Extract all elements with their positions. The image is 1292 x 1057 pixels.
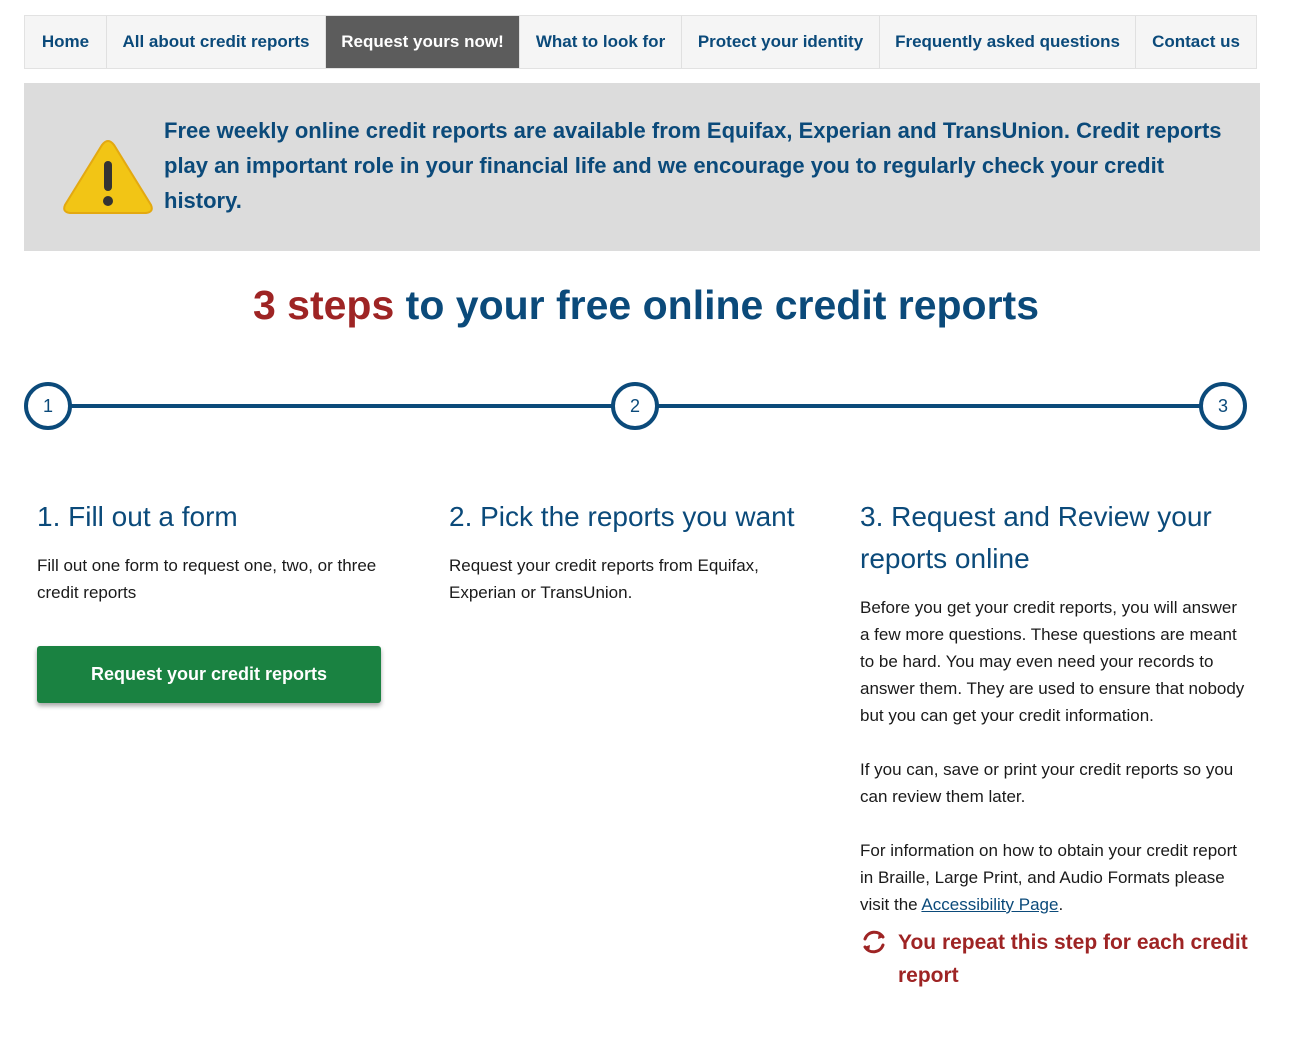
warning-icon: [63, 140, 153, 214]
refresh-icon: [863, 930, 885, 954]
banner-text: Free weekly online credit reports are av…: [164, 118, 1222, 213]
step-1-column: 1. Fill out a form Fill out one form to …: [37, 496, 407, 703]
step-circle-3: 3: [1199, 382, 1247, 430]
nav-contact-us[interactable]: Contact us: [1136, 16, 1256, 68]
nav-all-about-credit-reports[interactable]: All about credit reports: [107, 16, 326, 68]
nav-what-to-look-for[interactable]: What to look for: [520, 16, 682, 68]
accessibility-suffix: .: [1058, 895, 1064, 914]
accessibility-page-link[interactable]: Accessibility Page: [921, 895, 1058, 914]
step-2-body: Request your credit reports from Equifax…: [449, 556, 759, 602]
title-highlight: 3 steps: [252, 282, 395, 328]
title-rest: to your free online credit reports: [394, 282, 1040, 328]
step-circle-2: 2: [611, 382, 659, 430]
info-banner: Free weekly online credit reports are av…: [24, 83, 1260, 251]
step-circle-1: 1: [24, 382, 72, 430]
step-2-column: 2. Pick the reports you want Request you…: [449, 496, 819, 606]
main-nav: Home All about credit reports Request yo…: [24, 15, 1257, 69]
step-3-para-1: Before you get your credit reports, you …: [860, 598, 1245, 725]
nav-request-yours-now[interactable]: Request yours now!: [326, 16, 520, 68]
repeat-note: You repeat this step for each credit rep…: [860, 926, 1250, 992]
step-2-title: 2. Pick the reports you want: [449, 501, 795, 532]
request-credit-reports-button[interactable]: Request your credit reports: [37, 646, 381, 703]
nav-home[interactable]: Home: [25, 16, 107, 68]
step-1-title: 1. Fill out a form: [37, 501, 238, 532]
nav-protect-your-identity[interactable]: Protect your identity: [682, 16, 880, 68]
progress-stepper: 1 2 3: [24, 381, 1248, 431]
nav-frequently-asked-questions[interactable]: Frequently asked questions: [880, 16, 1136, 68]
step-3-para-2: If you can, save or print your credit re…: [860, 760, 1234, 806]
page-title: 3 steps to your free online credit repor…: [0, 282, 1292, 329]
repeat-text: You repeat this step for each credit rep…: [898, 931, 1248, 987]
step-3-column: 3. Request and Review your reports onlin…: [860, 496, 1250, 992]
step-3-title: 3. Request and Review your reports onlin…: [860, 501, 1212, 574]
step-3-para-3: For information on how to obtain your cr…: [860, 837, 1250, 918]
step-1-body: Fill out one form to request one, two, o…: [37, 556, 377, 602]
